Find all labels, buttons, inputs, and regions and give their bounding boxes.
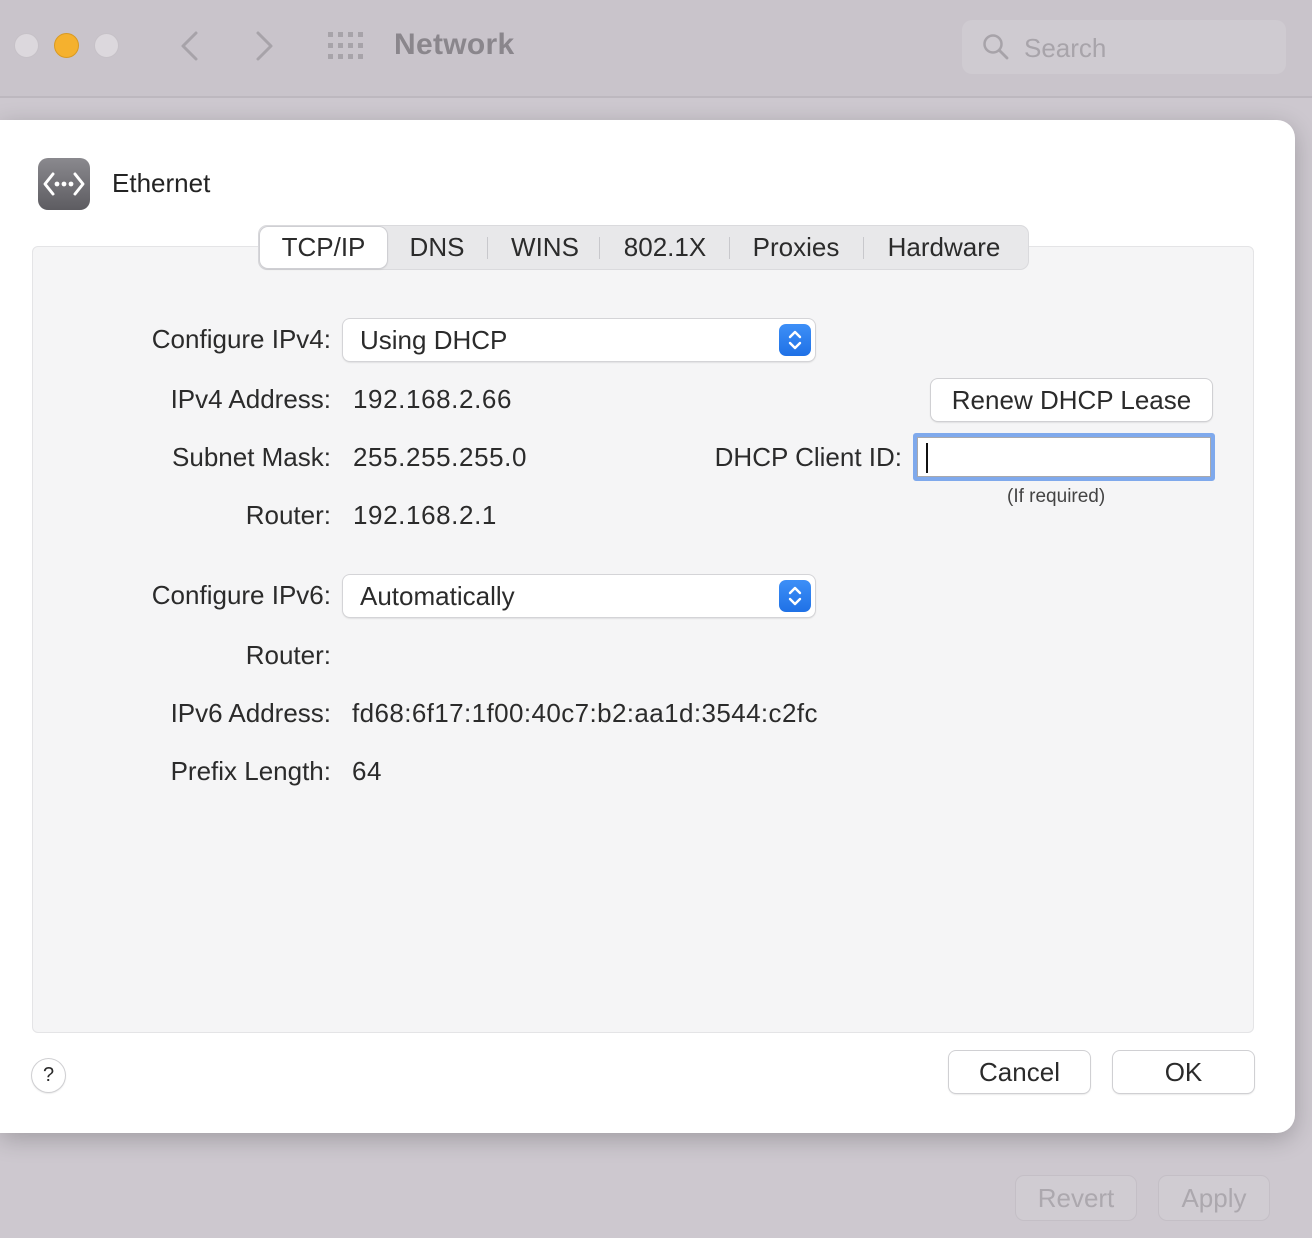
tab-proxies[interactable]: Proxies [736, 226, 856, 269]
window-title: Network [394, 28, 515, 61]
tab-separator [729, 237, 730, 259]
ipv4-router-label: Router: [245, 500, 331, 530]
ipv6-router-label: Router: [245, 640, 331, 670]
search-placeholder: Search [1024, 33, 1107, 63]
text-caret [926, 443, 928, 473]
revert-button[interactable]: Revert [1015, 1175, 1137, 1221]
tab-separator [599, 237, 600, 259]
ok-button[interactable]: OK [1113, 1051, 1254, 1093]
tab-tcpip[interactable]: TCP/IP [260, 227, 387, 268]
tab-dns[interactable]: DNS [393, 226, 481, 269]
ipv6-address-label: IPv6 Address: [170, 698, 331, 728]
configure-ipv4-value: Using DHCP [360, 325, 508, 355]
prefix-length-value: 64 [352, 756, 383, 786]
tab-8021x[interactable]: 802.1X [607, 226, 723, 269]
configure-ipv4-popup[interactable]: Using DHCP [343, 319, 815, 361]
configure-ipv6-popup[interactable]: Automatically [343, 575, 815, 617]
dhcp-client-id-hint: (If required) [1007, 486, 1106, 507]
ethernet-advanced-sheet: Ethernet TCP/IP DNS WINS 802.1X Proxies … [0, 120, 1295, 1133]
ipv4-address-value: 192.168.2.66 [353, 384, 513, 414]
back-button[interactable] [170, 26, 210, 66]
configure-ipv6-value: Automatically [360, 581, 515, 611]
grid-icon [328, 32, 363, 59]
ethernet-icon [38, 158, 90, 210]
tab-separator [487, 237, 488, 259]
close-window-button[interactable] [14, 33, 39, 58]
apply-button[interactable]: Apply [1158, 1175, 1270, 1221]
popup-stepper-icon [779, 324, 811, 356]
chevron-left-icon [181, 31, 198, 61]
subnet-mask-label: Subnet Mask: [172, 442, 331, 472]
prefix-length-label: Prefix Length: [170, 756, 331, 786]
sheet-title: Ethernet [112, 168, 211, 198]
configure-ipv4-label: Configure IPv4: [151, 324, 331, 354]
tab-wins[interactable]: WINS [495, 226, 595, 269]
chevron-right-icon [256, 31, 273, 61]
cancel-button[interactable]: Cancel [949, 1051, 1090, 1093]
show-all-button[interactable] [326, 31, 366, 61]
search-icon [983, 34, 1009, 60]
subnet-mask-value: 255.255.255.0 [353, 442, 528, 472]
help-button[interactable]: ? [32, 1059, 65, 1092]
forward-button[interactable] [244, 26, 284, 66]
tab-hardware[interactable]: Hardware [870, 226, 1018, 269]
popup-stepper-icon [779, 580, 811, 612]
tab-separator [863, 237, 864, 259]
minimize-window-button[interactable] [54, 33, 79, 58]
zoom-window-button[interactable] [94, 33, 119, 58]
configure-ipv6-label: Configure IPv6: [151, 580, 331, 610]
ipv4-address-label: IPv4 Address: [170, 384, 331, 414]
ipv6-address-value: fd68:6f17:1f00:40c7:b2:aa1d:3544:c2fc [352, 698, 818, 728]
tab-bar: TCP/IP DNS WINS 802.1X Proxies Hardware [258, 225, 1029, 270]
dhcp-client-id-field[interactable] [913, 433, 1215, 481]
renew-dhcp-lease-button[interactable]: Renew DHCP Lease [931, 379, 1212, 421]
window-toolbar: Network Search [0, 0, 1312, 98]
search-input[interactable]: Search [962, 20, 1286, 74]
dhcp-client-id-label: DHCP Client ID: [714, 442, 902, 472]
ipv4-router-value: 192.168.2.1 [353, 500, 497, 530]
